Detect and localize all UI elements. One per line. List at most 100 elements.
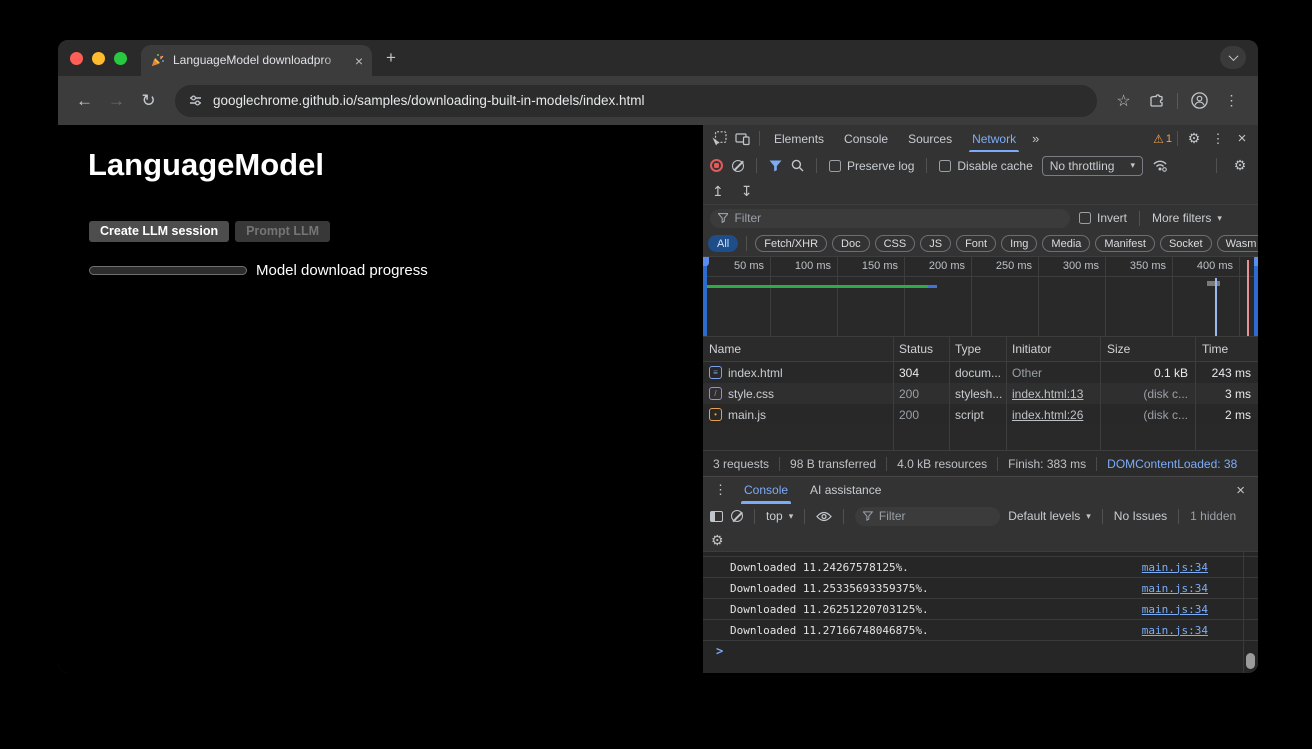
issues-counter[interactable]: No Issues [1114, 509, 1167, 523]
column-header-initiator[interactable]: Initiator [1006, 342, 1100, 356]
column-header-size[interactable]: Size [1100, 342, 1195, 356]
divider [816, 158, 817, 173]
tab-network[interactable]: Network [963, 125, 1025, 152]
tab-close-icon[interactable]: × [355, 54, 363, 68]
minimize-window-button[interactable] [92, 52, 105, 65]
initiator-link[interactable]: index.html:26 [1012, 408, 1083, 422]
console-message[interactable]: Downloaded 11.27166748046875%. main.js:3… [703, 620, 1258, 641]
console-filter-field[interactable] [879, 509, 992, 523]
chip-fetch-xhr[interactable]: Fetch/XHR [755, 235, 827, 252]
table-row[interactable]: •main.js 200 script index.html:26 (disk … [703, 404, 1258, 425]
chip-font[interactable]: Font [956, 235, 996, 252]
column-header-name[interactable]: Name [703, 342, 893, 356]
import-har-icon[interactable]: ↥ [712, 183, 724, 200]
preserve-log-checkbox[interactable]: Preserve log [829, 159, 914, 173]
console-settings-icon[interactable]: ⚙ [711, 532, 724, 549]
console-message[interactable]: Downloaded 11.26251220703125%. main.js:3… [703, 599, 1258, 620]
execution-context-dropdown[interactable]: top▾ [766, 509, 793, 523]
address-bar[interactable]: googlechrome.github.io/samples/downloadi… [175, 85, 1097, 117]
forward-button[interactable]: → [103, 87, 130, 114]
chip-doc[interactable]: Doc [832, 235, 870, 252]
chip-media[interactable]: Media [1042, 235, 1090, 252]
clear-console-icon[interactable] [731, 510, 743, 522]
chevron-down-icon: ▾ [1130, 160, 1135, 171]
inspect-element-icon[interactable] [708, 129, 730, 149]
drawer-tab-ai-assistance[interactable]: AI assistance [801, 477, 890, 504]
export-har-icon[interactable]: ↧ [741, 183, 753, 200]
tab-console[interactable]: Console [835, 125, 897, 152]
table-row[interactable]: /style.css 200 stylesh... index.html:13 … [703, 383, 1258, 404]
request-type-chips: All Fetch/XHR Doc CSS JS Font Img Media … [703, 231, 1258, 257]
devtools-menu-icon[interactable]: ⋮ [1207, 129, 1229, 149]
source-link[interactable]: main.js:34 [1142, 603, 1208, 616]
network-conditions-icon[interactable] [1152, 159, 1168, 172]
drawer-menu-icon[interactable]: ⋮ [710, 482, 731, 498]
tab-search-button[interactable] [1220, 46, 1246, 69]
chip-manifest[interactable]: Manifest [1095, 235, 1155, 252]
disable-cache-checkbox[interactable]: Disable cache [939, 159, 1032, 173]
chip-css[interactable]: CSS [875, 235, 916, 252]
column-header-status[interactable]: Status [893, 342, 949, 356]
invert-checkbox[interactable]: Invert [1079, 211, 1127, 225]
browser-tab[interactable]: LanguageModel downloadpro × [141, 45, 372, 76]
tick-label: 200 ms [909, 260, 965, 272]
chip-all[interactable]: All [708, 235, 738, 252]
console-filter-input[interactable] [855, 507, 1000, 526]
console-sidebar-toggle-icon[interactable] [710, 511, 723, 522]
throttling-dropdown[interactable]: No throttling▾ [1042, 156, 1143, 176]
console-prompt[interactable]: > [703, 641, 1258, 661]
tab-elements[interactable]: Elements [765, 125, 833, 152]
network-filter-input[interactable] [710, 209, 1070, 228]
create-llm-session-button[interactable]: Create LLM session [89, 221, 229, 242]
tab-sources[interactable]: Sources [899, 125, 961, 152]
close-window-button[interactable] [70, 52, 83, 65]
timeline-left-handle[interactable] [703, 257, 707, 336]
maximize-window-button[interactable] [114, 52, 127, 65]
reload-button[interactable]: ↻ [135, 87, 162, 114]
browser-menu-icon[interactable]: ⋮ [1218, 87, 1245, 114]
live-expression-eye-icon[interactable] [816, 511, 832, 522]
filter-funnel-icon[interactable] [769, 160, 782, 172]
console-message[interactable]: Downloaded 11.24267578125%. main.js:34 [703, 557, 1258, 578]
column-header-time[interactable]: Time [1195, 342, 1258, 356]
more-filters-dropdown[interactable]: More filters▾ [1152, 211, 1222, 225]
column-header-type[interactable]: Type [949, 342, 1006, 356]
devtools-close-icon[interactable]: × [1231, 129, 1253, 149]
table-header-row: Name Status Type Initiator Size Time [703, 337, 1258, 362]
drawer-tab-console[interactable]: Console [735, 477, 797, 504]
network-settings-icon[interactable]: ⚙ [1229, 156, 1251, 176]
network-overview-timeline[interactable]: 50 ms 100 ms 150 ms 200 ms 250 ms 300 ms… [703, 257, 1258, 337]
console-message[interactable]: Downloaded 11.25335693359375%. main.js:3… [703, 578, 1258, 599]
devtools-settings-icon[interactable]: ⚙ [1183, 129, 1205, 149]
filter-text-field[interactable] [734, 211, 1062, 225]
chip-js[interactable]: JS [920, 235, 951, 252]
log-levels-dropdown[interactable]: Default levels▾ [1008, 509, 1091, 523]
back-button[interactable]: ← [71, 87, 98, 114]
source-link[interactable]: main.js:34 [1142, 561, 1208, 574]
web-page: LanguageModel Create LLM session Prompt … [58, 125, 703, 673]
new-tab-button[interactable]: + [386, 48, 396, 68]
issues-warning-badge[interactable]: ⚠1 [1153, 132, 1172, 146]
hidden-messages-count[interactable]: 1 hidden [1190, 509, 1236, 523]
timeline-right-handle[interactable] [1254, 257, 1258, 336]
clear-network-log-icon[interactable] [732, 160, 744, 172]
chip-img[interactable]: Img [1001, 235, 1037, 252]
device-toolbar-icon[interactable] [732, 129, 754, 149]
initiator-link[interactable]: index.html:13 [1012, 387, 1083, 401]
more-tabs-icon[interactable]: » [1027, 131, 1044, 146]
search-icon[interactable] [791, 159, 804, 172]
column-divider [949, 337, 950, 450]
extensions-icon[interactable] [1142, 87, 1169, 114]
console-scrollbar-thumb[interactable] [1246, 653, 1255, 669]
bookmark-star-icon[interactable]: ☆ [1110, 87, 1137, 114]
drawer-close-icon[interactable]: × [1230, 482, 1251, 499]
source-link[interactable]: main.js:34 [1142, 624, 1208, 637]
table-row[interactable]: ≡index.html 304 docum... Other 0.1 kB 24… [703, 362, 1258, 383]
har-toolbar: ↥ ↧ [703, 179, 1258, 205]
tick-label: 300 ms [1043, 260, 1099, 272]
chip-wasm[interactable]: Wasm [1217, 235, 1258, 252]
record-network-log-button[interactable] [710, 159, 723, 172]
chip-socket[interactable]: Socket [1160, 235, 1212, 252]
source-link[interactable]: main.js:34 [1142, 582, 1208, 595]
profile-avatar-icon[interactable] [1186, 87, 1213, 114]
